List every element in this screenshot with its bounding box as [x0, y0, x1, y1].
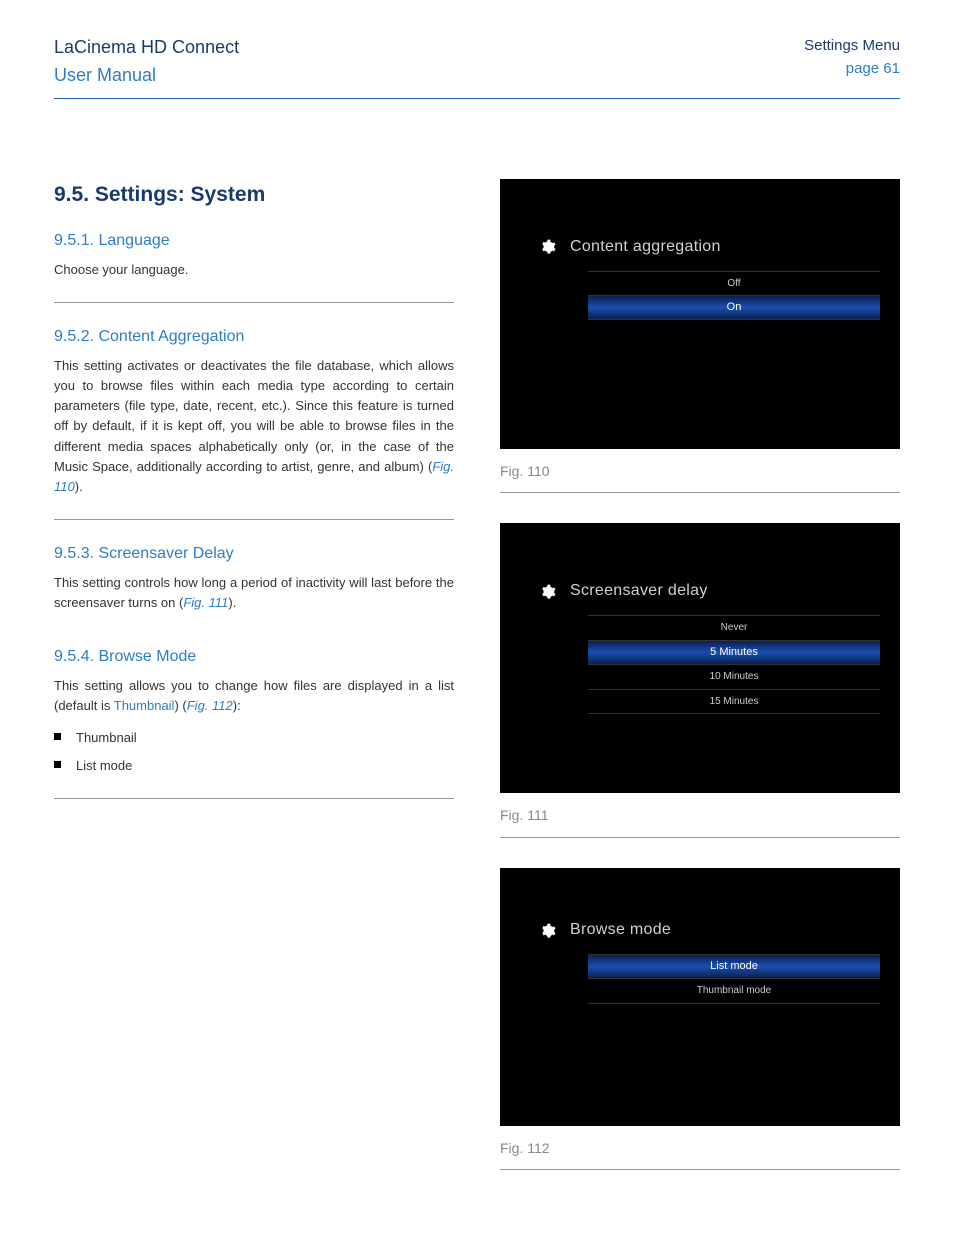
- option-list: Off On: [588, 271, 880, 321]
- doc-type: User Manual: [54, 62, 239, 90]
- header-left: LaCinema HD Connect User Manual: [54, 34, 239, 90]
- option-on[interactable]: On: [588, 295, 880, 320]
- screen-header: Screensaver delay: [540, 579, 708, 604]
- figure-caption: Fig. 112: [500, 1138, 900, 1171]
- text-column: 9.5. Settings: System 9.5.1. Language Ch…: [54, 179, 454, 1201]
- sec-952-body-a: This setting activates or deactivates th…: [54, 358, 454, 474]
- header-right: Settings Menu page 61: [804, 34, 900, 90]
- divider: [54, 519, 454, 520]
- screen-title: Content aggregation: [570, 235, 721, 260]
- gear-icon: [540, 923, 556, 939]
- screen-header: Browse mode: [540, 918, 671, 943]
- screen-content-aggregation: Content aggregation Off On: [500, 179, 900, 449]
- screen-title: Browse mode: [570, 918, 671, 943]
- option-10-minutes[interactable]: 10 Minutes: [588, 664, 880, 689]
- figures-column: Content aggregation Off On Fig. 110 Scre…: [500, 179, 900, 1201]
- sec-952-heading: 9.5.2. Content Aggregation: [54, 325, 454, 350]
- sec-953-heading: 9.5.3. Screensaver Delay: [54, 542, 454, 567]
- option-list-mode[interactable]: List mode: [588, 954, 880, 978]
- list-item: List mode: [54, 756, 454, 776]
- sec-954-body-b: ):: [233, 698, 241, 713]
- figure-112: Browse mode List mode Thumbnail mode Fig…: [500, 868, 900, 1170]
- figure-caption: Fig. 110: [500, 461, 900, 494]
- screen-header: Content aggregation: [540, 235, 721, 260]
- sec-953-body-b: ).: [228, 595, 236, 610]
- sec-953-body-a: This setting controls how long a period …: [54, 575, 454, 610]
- figure-caption: Fig. 111: [500, 805, 900, 838]
- sec-954-body: This setting allows you to change how fi…: [54, 676, 454, 716]
- content-columns: 9.5. Settings: System 9.5.1. Language Ch…: [54, 179, 900, 1201]
- option-list: Never 5 Minutes 10 Minutes 15 Minutes: [588, 615, 880, 714]
- sec-951-heading: 9.5.1. Language: [54, 229, 454, 254]
- option-never[interactable]: Never: [588, 615, 880, 640]
- screen-screensaver-delay: Screensaver delay Never 5 Minutes 10 Min…: [500, 523, 900, 793]
- option-off[interactable]: Off: [588, 271, 880, 296]
- page-number: page 61: [804, 57, 900, 80]
- sec-951-body: Choose your language.: [54, 260, 454, 280]
- gear-icon: [540, 239, 556, 255]
- browse-mode-list: Thumbnail List mode: [54, 728, 454, 776]
- product-name: LaCinema HD Connect: [54, 34, 239, 62]
- sec-952-body: This setting activates or deactivates th…: [54, 356, 454, 497]
- fig112-link[interactable]: Fig. 112: [187, 698, 233, 713]
- sec-953-body: This setting controls how long a period …: [54, 573, 454, 613]
- option-5-minutes[interactable]: 5 Minutes: [588, 640, 880, 664]
- sec-952-body-b: ).: [75, 479, 83, 494]
- thumbnail-ref: Thumbnail: [114, 698, 175, 713]
- divider: [54, 798, 454, 799]
- option-15-minutes[interactable]: 15 Minutes: [588, 689, 880, 715]
- sec-954-body-mid: ) (: [174, 698, 186, 713]
- list-item: Thumbnail: [54, 728, 454, 748]
- screen-title: Screensaver delay: [570, 579, 708, 604]
- page-header: LaCinema HD Connect User Manual Settings…: [54, 34, 900, 99]
- figure-111: Screensaver delay Never 5 Minutes 10 Min…: [500, 523, 900, 838]
- sec-954-heading: 9.5.4. Browse Mode: [54, 645, 454, 670]
- section-name: Settings Menu: [804, 34, 900, 57]
- option-list: List mode Thumbnail mode: [588, 954, 880, 1004]
- figure-110: Content aggregation Off On Fig. 110: [500, 179, 900, 494]
- fig111-link[interactable]: Fig. 111: [183, 595, 228, 610]
- screen-browse-mode: Browse mode List mode Thumbnail mode: [500, 868, 900, 1126]
- main-heading: 9.5. Settings: System: [54, 179, 454, 212]
- option-thumbnail-mode[interactable]: Thumbnail mode: [588, 978, 880, 1004]
- divider: [54, 302, 454, 303]
- gear-icon: [540, 584, 556, 600]
